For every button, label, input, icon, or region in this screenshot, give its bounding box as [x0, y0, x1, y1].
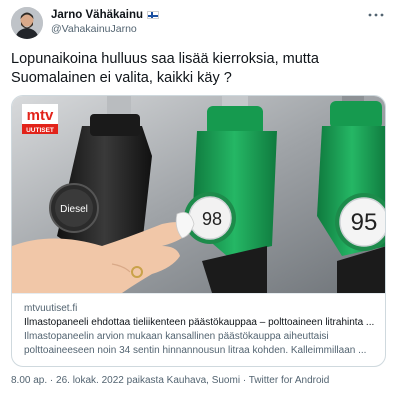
display-name-text[interactable]: Jarno Vähäkainu [51, 8, 143, 22]
card-body[interactable]: mtvuutiset.fi Ilmastopaneeli ehdottaa ti… [12, 293, 385, 366]
avatar[interactable] [11, 7, 43, 39]
card-description: Ilmastopaneelin arvion mukaan kansalline… [24, 331, 367, 356]
card-title[interactable]: Ilmastopaneeli ehdottaa tieliikenteen pä… [24, 316, 375, 330]
more-options-icon[interactable] [367, 8, 385, 22]
pump-label-98: 98 [202, 209, 222, 229]
uutiset-logo-text: UUTISET [26, 127, 54, 134]
tweet-header: Jarno Vähäkainu @VahakainuJarno [11, 6, 387, 40]
card-domain: mtvuutiset.fi [24, 303, 78, 314]
card-image[interactable]: mtv UUTISET Diesel 98 95 [12, 96, 385, 293]
tweet-meta[interactable]: 8.00 ap. · 26. lokak. 2022 paikasta Kauh… [11, 375, 329, 386]
link-card[interactable]: mtv UUTISET Diesel 98 95 mtvuutiset.fi I… [11, 95, 386, 367]
mtv-logo: mtv [27, 107, 54, 124]
pump-label-95: 95 [351, 209, 378, 236]
user-handle[interactable]: @VahakainuJarno [51, 22, 159, 36]
display-name[interactable]: Jarno Vähäkainu [51, 8, 160, 22]
finland-flag-icon [147, 11, 160, 19]
pump-label-diesel: Diesel [60, 204, 88, 215]
tweet-text: Lopunaikoina hulluus saa lisää kierroksi… [11, 51, 319, 86]
